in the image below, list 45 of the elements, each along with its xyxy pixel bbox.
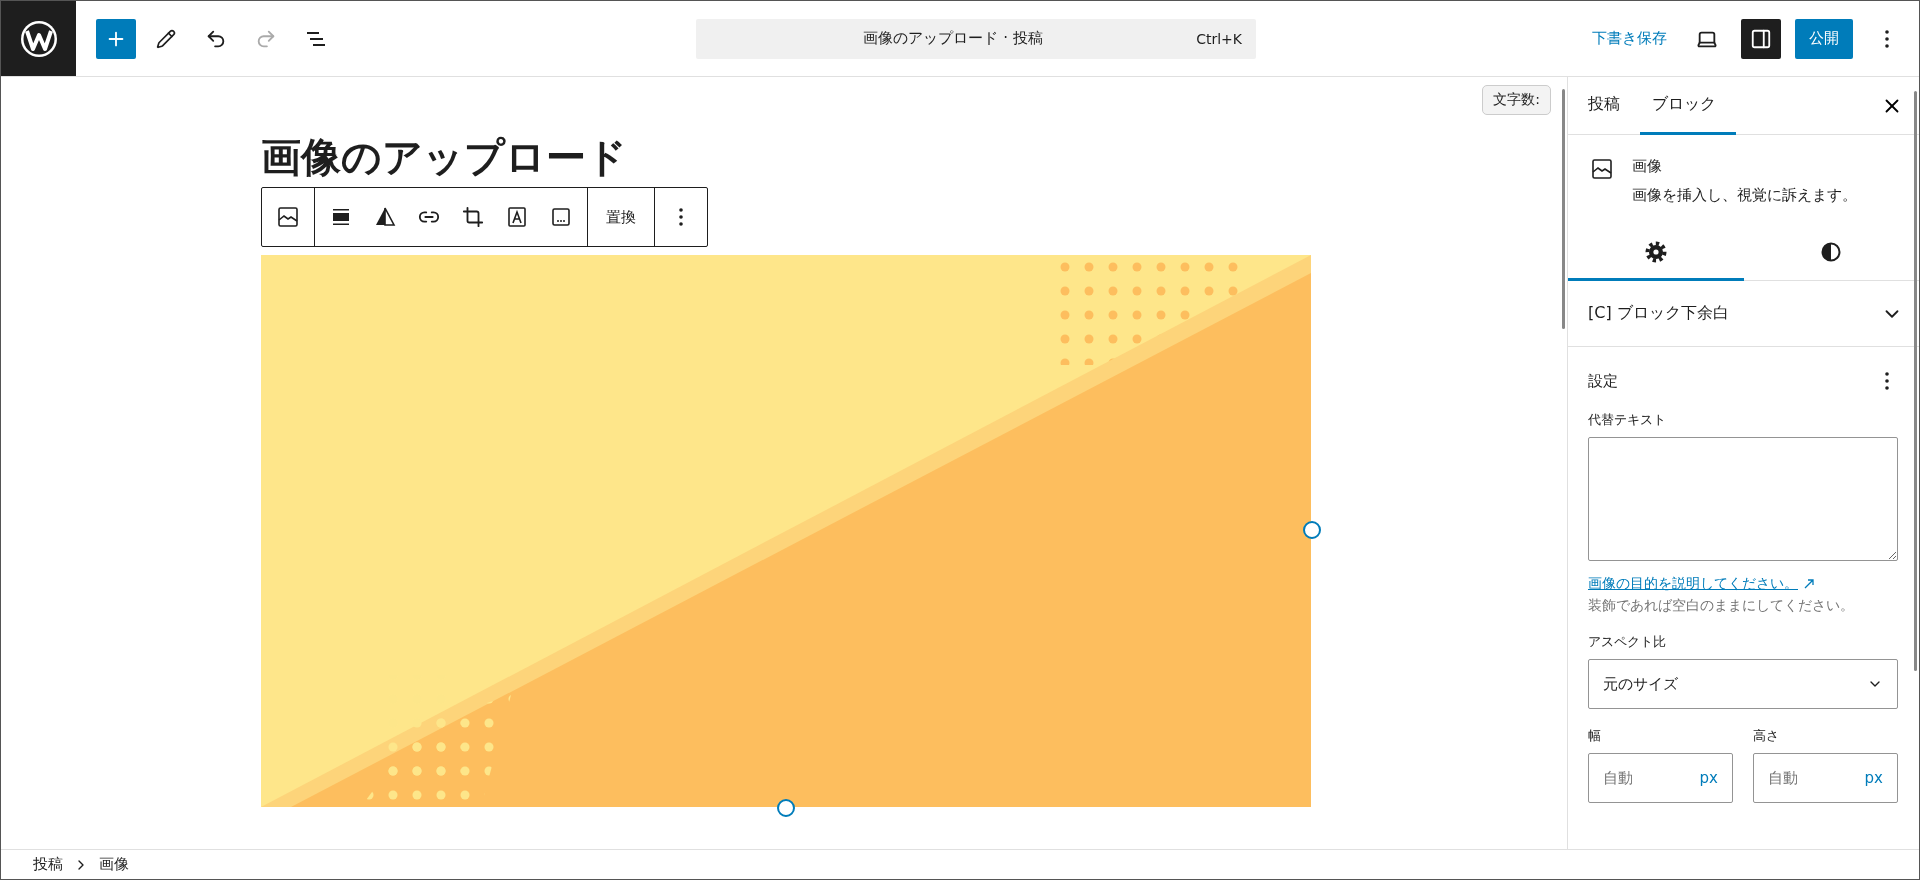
help-link[interactable]: 画像の目的を説明してください。 bbox=[1588, 575, 1798, 593]
settings-toggle-button[interactable] bbox=[1741, 18, 1781, 59]
more-icon bbox=[1885, 372, 1889, 390]
field-label: 代替テキスト bbox=[1588, 411, 1667, 429]
aspect-ratio-select[interactable]: 元のサイズ bbox=[1588, 659, 1898, 709]
add-block-button[interactable] bbox=[96, 18, 136, 59]
more-icon bbox=[679, 208, 683, 226]
resize-handle[interactable] bbox=[777, 799, 795, 817]
replace-button[interactable]: 置換 bbox=[594, 199, 648, 235]
logo[interactable] bbox=[18, 18, 59, 59]
pencil-icon bbox=[156, 28, 176, 49]
post-title[interactable]: 画像のアップロード bbox=[261, 133, 627, 181]
gear-icon bbox=[1644, 240, 1667, 263]
field-label: 高さ bbox=[1753, 727, 1780, 745]
triangle-icon bbox=[373, 205, 397, 229]
command-bar[interactable]: 画像のアップロード · 投稿 Ctrl+K bbox=[696, 18, 1256, 59]
sidebar-icon bbox=[1750, 27, 1772, 50]
external-link-icon bbox=[1804, 579, 1814, 589]
text-frame-icon bbox=[505, 205, 529, 229]
unit-label: px bbox=[1699, 769, 1718, 787]
image-icon bbox=[1590, 157, 1614, 181]
breadcrumb-item[interactable]: 画像 bbox=[99, 853, 129, 876]
unit-label: px bbox=[1864, 769, 1883, 787]
publish-button[interactable]: 公開 bbox=[1795, 18, 1853, 59]
word-count-button[interactable]: 文字数: bbox=[1482, 85, 1551, 115]
help-text: 装飾であれば空白のままにしてください。 bbox=[1588, 597, 1855, 615]
section-title: 設定 bbox=[1588, 371, 1618, 391]
field-label: アスペクト比 bbox=[1588, 633, 1667, 651]
image-icon bbox=[276, 205, 300, 229]
alt-text-field[interactable] bbox=[1588, 437, 1898, 561]
block-name: 画像 bbox=[1632, 157, 1663, 176]
scrollbar[interactable] bbox=[1562, 89, 1565, 329]
scrollbar[interactable] bbox=[1914, 91, 1917, 671]
shortcut-hint: Ctrl+K bbox=[1196, 30, 1242, 47]
breadcrumb-item[interactable]: 投稿 bbox=[33, 853, 63, 876]
sidebar-tab[interactable]: 投稿 bbox=[1576, 77, 1640, 135]
more-icon bbox=[1885, 29, 1889, 48]
resize-handle[interactable] bbox=[1303, 521, 1321, 539]
document-title: 画像のアップロード · 投稿 bbox=[862, 29, 1044, 48]
caption-icon bbox=[549, 205, 573, 229]
crop-icon bbox=[462, 206, 484, 228]
field-label: 幅 bbox=[1588, 727, 1602, 745]
sidebar-tab[interactable]: ブロック bbox=[1640, 77, 1736, 135]
block-description: 画像を挿入し、視覚に訴えます。 bbox=[1632, 186, 1857, 205]
save-draft-button[interactable]: 下書き保存 bbox=[1586, 21, 1673, 56]
